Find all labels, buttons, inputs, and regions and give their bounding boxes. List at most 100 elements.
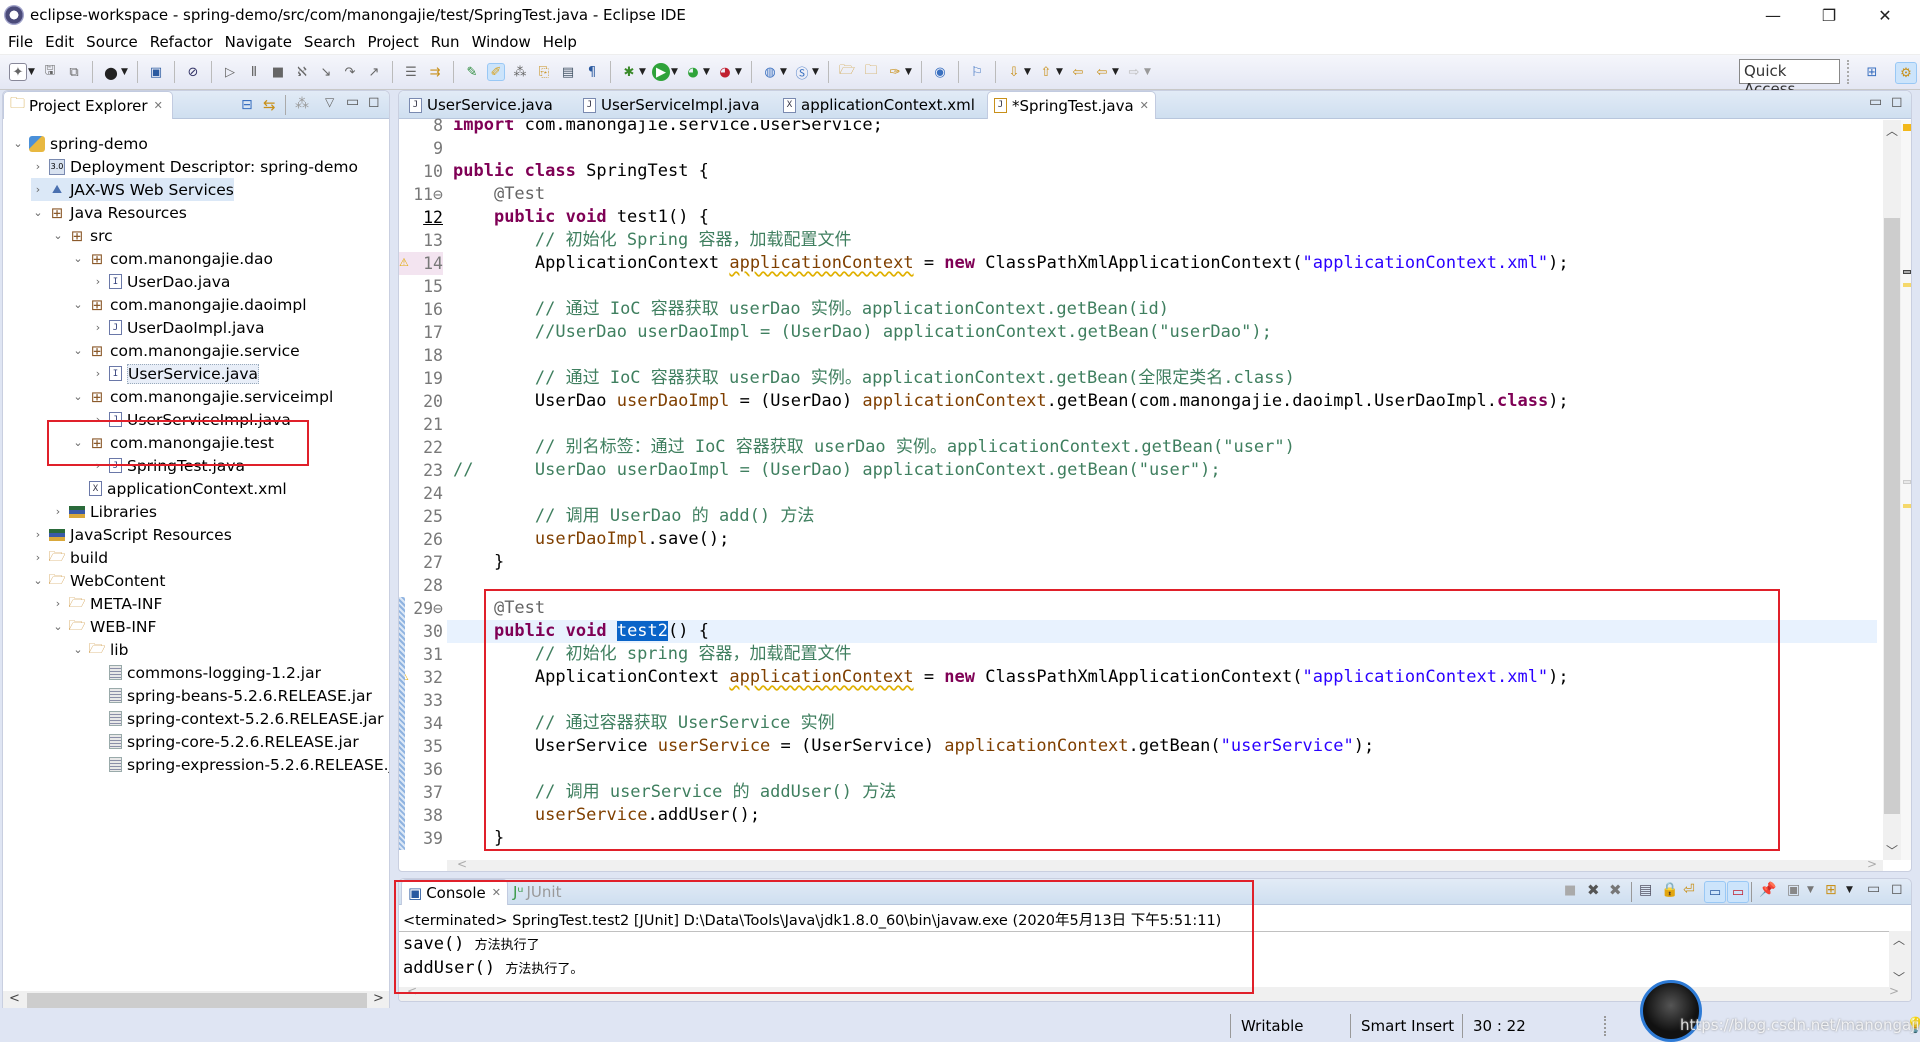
remove-launch-icon[interactable]: ✖: [1587, 881, 1600, 899]
scroll-left-icon[interactable]: <: [407, 984, 417, 998]
tree-item[interactable]: ⌄ ⊞ src: [51, 224, 112, 247]
tree-item[interactable]: › 🗁 build: [31, 546, 108, 569]
scroll-down-icon[interactable]: ﹀: [1886, 842, 1898, 859]
tree-item[interactable]: › J UserServiceImpl.java: [91, 408, 291, 431]
code-line[interactable]: import com.manongajie.service.UserServic…: [453, 120, 883, 137]
menu-source[interactable]: Source: [86, 33, 138, 51]
code-line[interactable]: public class SpringTest {: [453, 160, 709, 183]
last-edit-location-icon[interactable]: ⇦: [1069, 63, 1087, 81]
open-console-icon[interactable]: ⊞: [1825, 882, 1837, 898]
menu-edit[interactable]: Edit: [45, 33, 74, 51]
menu-navigate[interactable]: Navigate: [225, 33, 292, 51]
drop-to-frame-icon[interactable]: ☰: [402, 63, 420, 81]
code-line[interactable]: UserService userService = (UserService) …: [453, 735, 1374, 758]
java-ee-perspective-icon[interactable]: ⚙: [1895, 62, 1917, 84]
code-line[interactable]: // 通过 IoC 容器获取 userDao 实例。applicationCon…: [453, 367, 1295, 390]
word-wrap-icon[interactable]: ⏎: [1683, 882, 1695, 898]
save-all-icon[interactable]: ⧉: [65, 63, 83, 81]
filters-icon[interactable]: ⁂: [295, 96, 309, 112]
code-line[interactable]: // 初始化 Spring 容器，加载配置文件: [453, 229, 852, 252]
expand-arrow-icon[interactable]: ⌄: [71, 252, 85, 265]
next-annotation-dropdown-icon[interactable]: ▼: [1024, 67, 1032, 77]
tree-item[interactable]: ⌄ 🗁 WEB-INF: [51, 615, 156, 638]
view-menu-icon[interactable]: ▽: [325, 95, 334, 109]
quick-access-input[interactable]: Quick Access: [1739, 59, 1840, 98]
collapse-arrow-icon[interactable]: ›: [91, 275, 105, 288]
tree-item[interactable]: ⌄ 🗁 lib: [71, 638, 128, 661]
forward-icon[interactable]: ⇨: [1125, 63, 1143, 81]
code-line[interactable]: userDaoImpl.save();: [453, 528, 729, 551]
minimize-button[interactable]: —: [1750, 0, 1796, 30]
profile-icon[interactable]: ●: [102, 63, 120, 82]
scroll-right-icon[interactable]: >: [373, 991, 384, 1006]
new-server-dropdown-icon[interactable]: ▼: [780, 67, 788, 77]
scroll-up-icon[interactable]: ︿: [1886, 122, 1898, 139]
menu-window[interactable]: Window: [472, 33, 531, 51]
console-output[interactable]: save() 方法执行了 addUser() 方法执行了。: [399, 931, 1889, 987]
expand-arrow-icon[interactable]: ⌄: [71, 344, 85, 357]
collapse-arrow-icon[interactable]: ›: [91, 413, 105, 426]
brush-icon[interactable]: ✑: [886, 63, 904, 81]
brush-dropdown-icon[interactable]: ▼: [905, 67, 913, 77]
editor-vertical-scrollbar[interactable]: ︿ ﹀: [1883, 120, 1901, 860]
warning-icon[interactable]: ⚠: [399, 256, 409, 269]
scroll-right-icon[interactable]: >: [1889, 984, 1899, 998]
tab-springtest-java[interactable]: J *SpringTest.java ✕: [987, 91, 1156, 119]
occurrence-marker[interactable]: [1903, 480, 1911, 484]
status-insert-mode[interactable]: Smart Insert: [1350, 1014, 1462, 1038]
use-step-filters-icon[interactable]: ⇉: [426, 63, 444, 81]
tree-item[interactable]: spring-context-5.2.6.RELEASE.jar: [91, 707, 384, 730]
close-tab-icon[interactable]: ✕: [154, 99, 163, 112]
scrollbar-thumb[interactable]: [27, 993, 367, 1009]
scroll-right-icon[interactable]: >: [1867, 857, 1877, 871]
warning-marker[interactable]: [1903, 504, 1911, 508]
display-console-dropdown-icon[interactable]: ▼: [1807, 885, 1814, 895]
tab-junit[interactable]: Jᵘ JUnit: [507, 879, 567, 905]
remove-all-terminated-icon[interactable]: ✖: [1609, 881, 1622, 899]
collapse-arrow-icon[interactable]: ›: [31, 183, 45, 196]
terminate-icon[interactable]: ■: [269, 63, 287, 81]
tree-item[interactable]: › I UserService.java: [91, 362, 260, 385]
code-line[interactable]: // 通过容器获取 UserService 实例: [453, 712, 835, 735]
clear-console-icon[interactable]: ▤: [1639, 882, 1652, 898]
tree-item[interactable]: › 🗁 META-INF: [51, 592, 163, 615]
code-line[interactable]: // 通过 IoC 容器获取 userDao 实例。applicationCon…: [453, 298, 1169, 321]
close-tab-icon[interactable]: ✕: [1140, 99, 1149, 112]
external-tools-dropdown-icon[interactable]: ▼: [735, 67, 743, 77]
previous-annotation-icon[interactable]: ⇧: [1037, 63, 1055, 81]
run-web-service-icon[interactable]: ⚐: [968, 63, 986, 81]
suspend-icon[interactable]: Ⅱ: [245, 63, 263, 81]
step-return-icon[interactable]: ↗: [365, 63, 383, 81]
open-console-dropdown-icon[interactable]: ▼: [1846, 885, 1853, 895]
show-on-stderr-icon[interactable]: ▭: [1727, 881, 1749, 903]
close-button[interactable]: ✕: [1862, 0, 1908, 30]
new-server-icon[interactable]: ◍: [761, 63, 779, 81]
tree-item[interactable]: spring-core-5.2.6.RELEASE.jar: [91, 730, 359, 753]
menu-refactor[interactable]: Refactor: [150, 33, 213, 51]
link-with-editor-icon[interactable]: ⇆: [263, 96, 276, 114]
display-console-icon[interactable]: ▣: [1787, 882, 1800, 898]
tab-applicationcontext-xml[interactable]: X applicationContext.xml: [777, 91, 981, 119]
code-line[interactable]: ApplicationContext applicationContext = …: [453, 252, 1569, 275]
tree-item[interactable]: ⌄ ⊞ com.manongajie.daoimpl: [71, 293, 306, 316]
resume-icon[interactable]: ▷: [221, 63, 239, 81]
maximize-editor-icon[interactable]: ◻: [1891, 94, 1903, 110]
code-line[interactable]: // 调用 UserDao 的 add() 方法: [453, 505, 814, 528]
warning-marker[interactable]: [1903, 124, 1911, 131]
minimize-console-icon[interactable]: ▭: [1867, 881, 1880, 897]
tree-item[interactable]: ⌄ ⊞ Java Resources: [31, 201, 186, 224]
show-whitespace-icon[interactable]: ▤: [559, 63, 577, 81]
expand-arrow-icon[interactable]: ⌄: [71, 436, 85, 449]
forward-dropdown-icon[interactable]: ▼: [1144, 67, 1152, 77]
tree-item[interactable]: commons-logging-1.2.jar: [91, 661, 321, 684]
collapse-arrow-icon[interactable]: ›: [51, 597, 65, 610]
previous-annotation-dropdown-icon[interactable]: ▼: [1056, 67, 1064, 77]
code-line[interactable]: userService.addUser();: [453, 804, 760, 827]
mark-occurrences-icon[interactable]: ✐: [487, 63, 505, 81]
terminate-icon[interactable]: ■: [1564, 883, 1576, 898]
collapse-all-icon[interactable]: ⊟: [241, 97, 253, 113]
code-line[interactable]: }: [453, 551, 504, 574]
coverage-icon[interactable]: ◕: [684, 63, 702, 81]
expand-arrow-icon[interactable]: ⌄: [31, 206, 45, 219]
code-area[interactable]: import com.manongajie.service.UserServic…: [447, 120, 1877, 860]
